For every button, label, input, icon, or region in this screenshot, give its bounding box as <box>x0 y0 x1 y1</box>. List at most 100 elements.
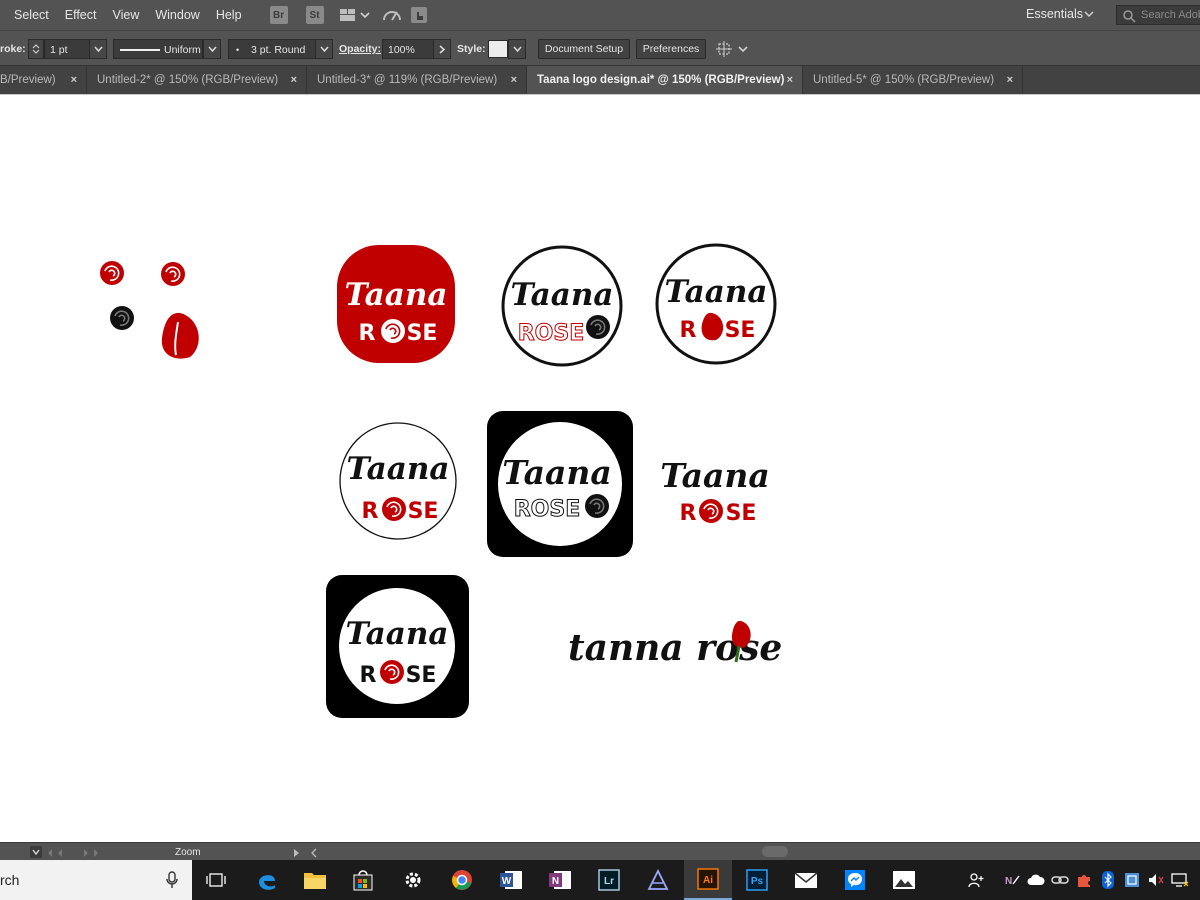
status-bar: Zoom <box>0 842 1200 860</box>
arrange-documents-icon[interactable] <box>339 8 370 22</box>
tab-label: Untitled-3* @ 119% (RGB/Preview) <box>317 74 498 86</box>
close-icon[interactable]: × <box>71 66 77 94</box>
chevron-down-icon[interactable] <box>30 846 42 861</box>
close-icon[interactable]: × <box>1007 66 1013 94</box>
store-icon[interactable] <box>339 860 387 900</box>
transform-icon[interactable] <box>716 41 750 60</box>
close-icon[interactable]: × <box>291 66 297 94</box>
file-explorer-icon[interactable] <box>291 860 339 900</box>
search-adobe-stock-input[interactable]: Search Adobe <box>1116 5 1200 25</box>
variable-width-profile[interactable]: Uniform <box>113 39 203 59</box>
svg-text:Ps: Ps <box>751 876 764 887</box>
settings-gear-icon[interactable] <box>389 860 437 900</box>
artboard-nav-icon[interactable] <box>48 847 98 861</box>
svg-text:N: N <box>552 876 559 887</box>
onenote-tray-icon[interactable]: N <box>1000 860 1024 900</box>
tab-document-1[interactable]: B/Preview) × <box>0 66 87 95</box>
menu-select[interactable]: Select <box>0 0 57 30</box>
network-icon[interactable] <box>1168 860 1192 900</box>
edge-browser-icon[interactable] <box>243 860 291 900</box>
tab-label: B/Preview) <box>0 74 56 86</box>
onenote-icon[interactable]: N <box>536 860 584 900</box>
taskbar-search-text: rch <box>0 872 20 888</box>
brush-definition[interactable]: • 3 pt. Round <box>228 39 316 59</box>
volume-icon[interactable] <box>1144 860 1168 900</box>
stroke-weight-dropdown[interactable] <box>89 39 107 59</box>
touch-workspace-icon[interactable] <box>410 6 428 24</box>
svg-text:Ai: Ai <box>703 875 713 886</box>
tab-untitled-5[interactable]: Untitled-5* @ 150% (RGB/Preview) × <box>803 66 1023 95</box>
brush-dropdown[interactable] <box>315 39 333 59</box>
close-icon[interactable]: × <box>511 66 517 94</box>
opacity-field[interactable]: 100% <box>382 39 434 59</box>
horizontal-scrollbar-thumb[interactable] <box>762 846 788 857</box>
menu-view[interactable]: View <box>104 0 147 30</box>
zoom-status-label: Zoom <box>175 847 201 858</box>
tab-label: Untitled-5* @ 150% (RGB/Preview) <box>813 74 995 86</box>
messenger-icon[interactable] <box>831 860 879 900</box>
close-icon[interactable]: × <box>787 66 793 94</box>
preferences-button[interactable]: Preferences <box>636 39 706 59</box>
photos-icon[interactable] <box>880 860 928 900</box>
brush-label: 3 pt. Round <box>251 44 306 56</box>
opacity-arrow[interactable] <box>433 39 451 59</box>
profile-dropdown[interactable] <box>203 39 221 59</box>
search-placeholder: Search Adobe <box>1141 9 1200 21</box>
link-icon[interactable] <box>1048 860 1072 900</box>
chevron-down-icon <box>94 46 103 53</box>
stroke-preview-line <box>120 49 160 51</box>
opacity-label[interactable]: Opacity: <box>339 39 381 59</box>
style-dropdown[interactable] <box>508 39 526 59</box>
task-view-icon[interactable] <box>192 860 240 900</box>
chevron-down-icon[interactable] <box>1084 9 1094 19</box>
menu-window[interactable]: Window <box>147 0 207 30</box>
menu-help[interactable]: Help <box>208 0 250 30</box>
document-setup-button[interactable]: Document Setup <box>538 39 630 59</box>
stroke-weight-field[interactable]: 1 pt <box>44 39 90 59</box>
taskbar-search-box[interactable]: rch <box>0 860 192 900</box>
status-menu-icon[interactable] <box>294 847 318 861</box>
svg-text:Lr: Lr <box>604 876 614 887</box>
photoshop-icon[interactable]: Ps <box>733 860 781 900</box>
brush-dot-icon: • <box>236 45 240 55</box>
puzzle-tray-icon[interactable] <box>1072 860 1096 900</box>
profile-label: Uniform <box>164 44 201 56</box>
tab-label: Taana logo design.ai* @ 150% (RGB/Previe… <box>537 74 785 86</box>
search-icon <box>1123 10 1136 23</box>
bluetooth-icon[interactable] <box>1096 860 1120 900</box>
svg-text:W: W <box>502 876 512 887</box>
document-tab-bar: B/Preview) × Untitled-2* @ 150% (RGB/Pre… <box>0 65 1200 95</box>
autodesk-icon[interactable] <box>634 860 682 900</box>
tab-label: Untitled-2* @ 150% (RGB/Preview) <box>97 74 279 86</box>
control-bar: roke: 1 pt Uniform • 3 pt. Round Opacity… <box>0 30 1200 65</box>
bridge-icon[interactable]: Br <box>269 6 288 24</box>
chevron-down-icon <box>513 46 522 53</box>
svg-text:N: N <box>1005 876 1012 887</box>
tab-untitled-3[interactable]: Untitled-3* @ 119% (RGB/Preview) × <box>307 66 527 95</box>
menu-effect[interactable]: Effect <box>57 0 105 30</box>
stroke-label: roke: <box>0 43 26 55</box>
word-icon[interactable]: W <box>487 860 535 900</box>
graphic-style-swatch[interactable] <box>488 40 508 58</box>
style-label: Style: <box>457 43 486 55</box>
stock-icon[interactable]: St <box>305 6 324 24</box>
windows-taskbar: rch W N Lr Ai Ps N <box>0 860 1200 900</box>
tab-taana-logo-design[interactable]: Taana logo design.ai* @ 150% (RGB/Previe… <box>527 66 803 95</box>
gpu-performance-icon[interactable] <box>382 6 402 24</box>
chevron-down-icon <box>320 46 329 53</box>
chevron-down-icon <box>208 46 217 53</box>
illustrator-icon[interactable]: Ai <box>684 860 732 900</box>
stroke-stepper[interactable] <box>28 39 44 59</box>
people-icon[interactable] <box>965 860 989 900</box>
chevron-right-icon <box>439 45 446 54</box>
chrome-icon[interactable] <box>438 860 486 900</box>
artboard-canvas[interactable] <box>0 94 1200 842</box>
tab-untitled-2[interactable]: Untitled-2* @ 150% (RGB/Preview) × <box>87 66 307 95</box>
workspace-switcher[interactable]: Essentials <box>1026 0 1083 28</box>
mail-icon[interactable] <box>782 860 830 900</box>
keyboard-tray-icon[interactable] <box>1120 860 1144 900</box>
microphone-icon[interactable] <box>166 871 178 889</box>
lightroom-icon[interactable]: Lr <box>585 860 633 900</box>
stepper-arrows-icon <box>32 44 40 54</box>
cloud-icon[interactable] <box>1024 860 1048 900</box>
